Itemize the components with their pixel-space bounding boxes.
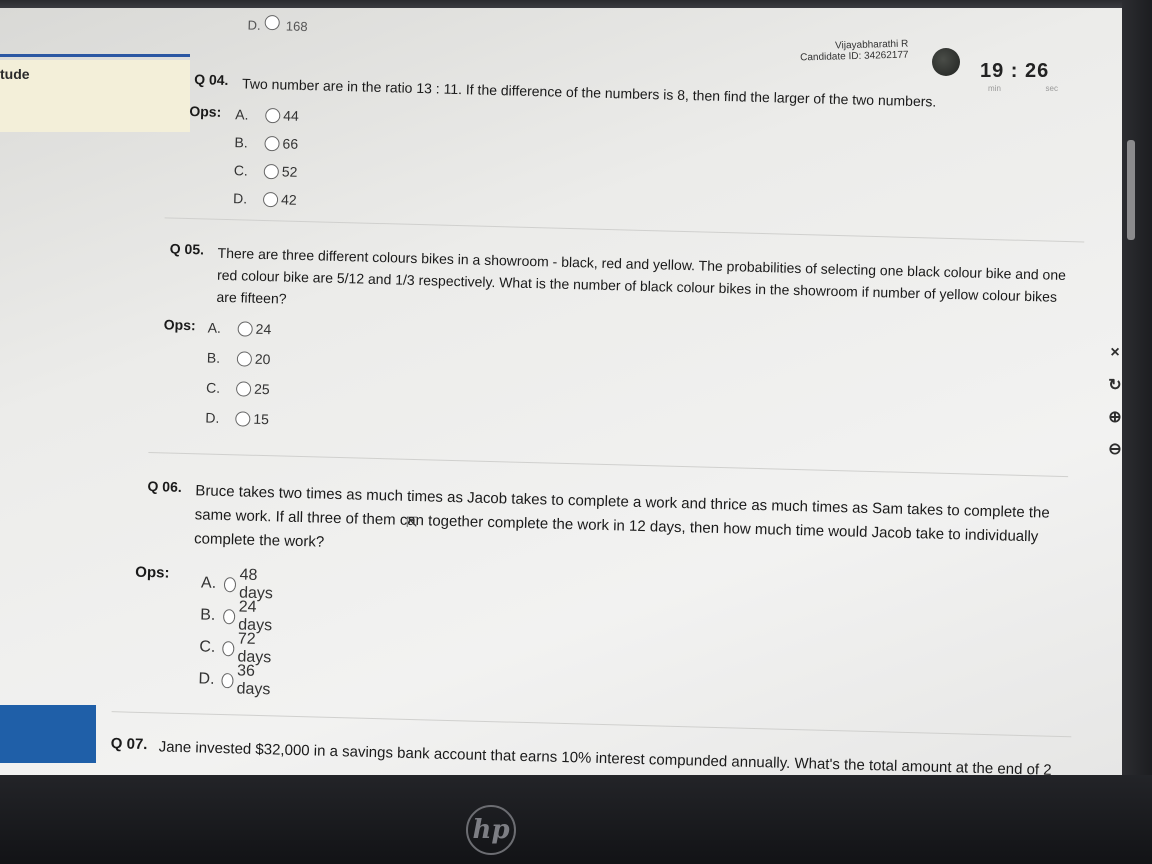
question-list: D. 168 Q 04. Two number are in the ratio… [0,8,1124,778]
scrollbar[interactable] [1127,140,1135,240]
question-number: Q 04. [193,71,229,89]
option-letter: B. [234,134,249,151]
laptop-bezel-right [1122,0,1152,864]
radio-icon[interactable] [264,135,280,151]
option-b[interactable]: B. 66 [234,134,298,152]
mouse-cursor-icon: ⇱ [406,514,418,530]
option-value: 15 [253,410,270,428]
option-a[interactable]: A. 44 [235,106,299,124]
option-value: 36 days [236,662,271,699]
radio-icon[interactable] [221,672,235,688]
radio-icon[interactable] [262,191,279,207]
question-text: Bruce takes two times as much times as J… [193,482,1050,551]
option-letter: C. [199,638,216,656]
radio-icon[interactable] [237,320,253,337]
previous-option-letter: D. [247,17,261,33]
option-d[interactable]: D. 36 days [198,661,281,699]
laptop-bezel-bottom [0,775,1152,864]
radio-icon[interactable] [235,380,252,397]
radio-icon[interactable] [224,576,237,592]
laptop-bezel-top [0,0,1152,8]
question-divider [164,217,1085,243]
option-letter: C. [205,379,221,396]
previous-option[interactable]: D. 168 [247,14,308,35]
option-c[interactable]: C. 25 [206,380,270,398]
option-value: 25 [253,380,270,398]
option-c[interactable]: C. 52 [234,162,298,180]
radio-icon[interactable] [265,107,281,123]
option-value: 44 [283,107,300,124]
radio-icon[interactable] [236,350,253,367]
option-letter: A. [207,319,222,336]
option-letter: C. [233,162,249,179]
previous-option-value: 168 [285,18,308,35]
question-text: Jane invested $32,000 in a savings bank … [158,738,1052,778]
option-b[interactable]: B. 20 [207,350,271,368]
option-letter: B. [199,606,216,624]
radio-icon[interactable] [235,410,251,427]
question-number: Q 07. [110,735,148,754]
option-value: 42 [280,191,297,208]
radio-icon[interactable] [222,640,235,656]
option-value: 24 [255,320,272,338]
option-d[interactable]: D. 15 [205,410,269,428]
question-text: Two number are in the ratio 13 : 11. If … [241,75,937,110]
radio-icon[interactable] [223,608,236,624]
question-text: There are three different colours bikes … [216,244,1067,307]
option-value: 20 [254,350,271,368]
ops-label: Ops: [135,563,170,582]
radio-icon[interactable] [264,14,280,31]
option-letter: D. [205,409,220,426]
question-number: Q 05. [169,240,205,258]
option-value: 52 [281,163,298,180]
question-divider [111,711,1072,738]
option-letter: D. [232,190,248,207]
ops-label: Ops: [189,102,222,120]
question-divider [148,452,1069,478]
option-letter: D. [198,670,215,688]
hp-logo: hp [466,805,516,855]
option-letter: A. [235,106,249,123]
ops-label: Ops: [163,316,196,334]
radio-icon[interactable] [263,163,280,179]
option-letter: A. [200,574,217,592]
option-letter: B. [206,349,221,366]
question-number: Q 06. [147,478,182,495]
option-d[interactable]: D. 42 [233,190,297,208]
option-value: 66 [282,135,299,152]
option-a[interactable]: A. 24 [207,320,271,338]
exam-screen: tude Vijayabharathi R Candidate ID: 3426… [0,8,1124,778]
